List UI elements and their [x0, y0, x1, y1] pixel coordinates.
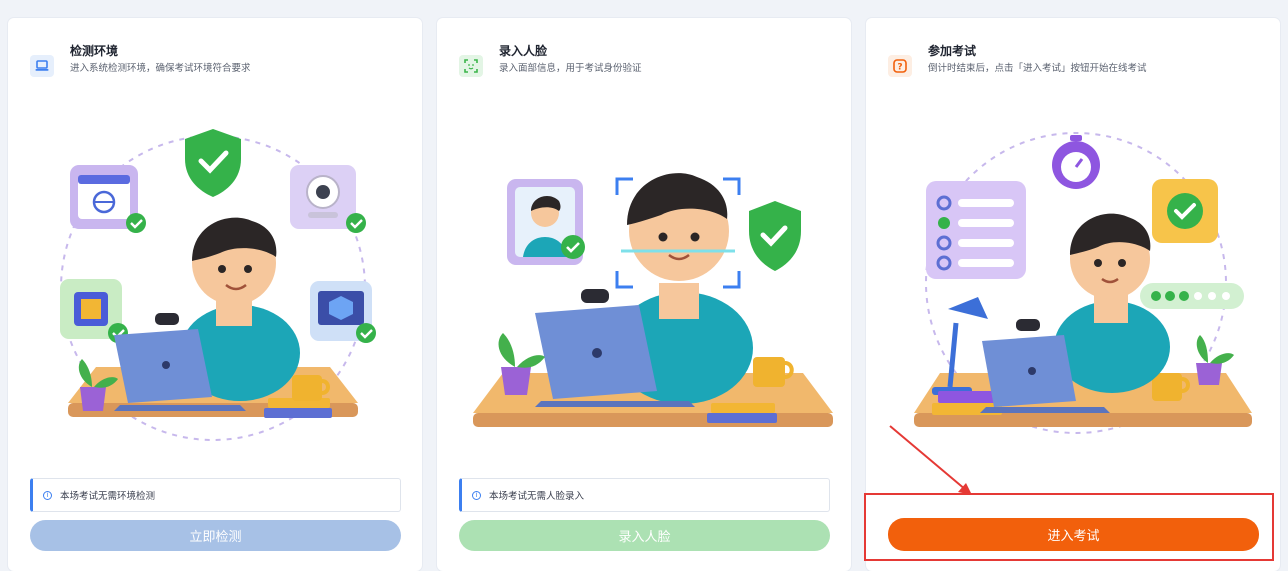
face-scan-icon: [459, 55, 483, 77]
env-check-notice-text: 本场考试无需环境检测: [60, 491, 156, 502]
env-check-desc: 进入系统检测环境，确保考试环境符合要求: [70, 63, 251, 74]
take-exam-card: ? 参加考试 倒计时结束后，点击「进入考试」按钮开始在线考试 进入考试: [866, 18, 1280, 571]
face-capture-desc: 录入面部信息，用于考试身份验证: [499, 63, 642, 74]
face-capture-notice-text: 本场考试无需人脸录入: [489, 491, 585, 502]
face-capture-card: 录入人脸 录入面部信息，用于考试身份验证 i 本场考试无需人脸录入 录入人脸: [437, 18, 851, 571]
env-check-title: 检测环境: [70, 44, 119, 58]
take-exam-desc: 倒计时结束后，点击「进入考试」按钮开始在线考试: [928, 63, 1147, 74]
svg-text:?: ?: [897, 63, 902, 73]
info-icon: i: [43, 490, 52, 500]
annotation-highlight-box: [864, 493, 1274, 561]
question-icon: ?: [888, 55, 912, 77]
face-capture-title: 录入人脸: [499, 44, 548, 58]
take-exam-illustration: [914, 132, 1252, 434]
env-check-notice: i 本场考试无需环境检测: [30, 478, 401, 512]
env-check-card: 检测环境 进入系统检测环境，确保考试环境符合要求 i 本场考试无需环境检测 立即…: [8, 18, 422, 571]
start-check-button[interactable]: 立即检测: [30, 520, 401, 551]
face-capture-notice: i 本场考试无需人脸录入: [459, 478, 830, 512]
info-icon: i: [472, 490, 481, 500]
env-check-illustration: [60, 129, 376, 441]
face-capture-illustration: [473, 173, 833, 427]
laptop-icon: [30, 55, 54, 77]
face-capture-button[interactable]: 录入人脸: [459, 520, 830, 551]
take-exam-title: 参加考试: [928, 44, 977, 58]
